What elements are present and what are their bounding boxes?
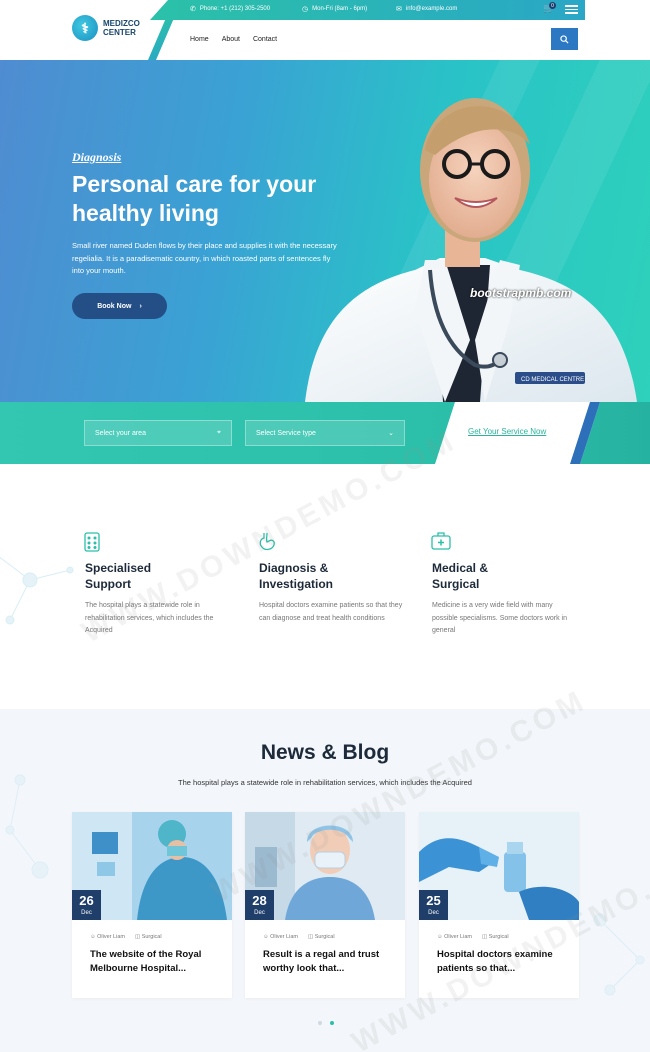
book-now-button[interactable]: Book Now ›	[72, 293, 167, 319]
chevron-right-icon: ›	[139, 302, 142, 310]
carousel-dot[interactable]	[318, 1021, 322, 1025]
logo[interactable]: ⚕ MEDIZCO CENTER	[72, 15, 140, 41]
header: ⚕ MEDIZCO CENTER ✆ Phone: +1 (212) 305-2…	[0, 0, 650, 60]
folder-icon: ◫	[134, 934, 141, 940]
category-meta[interactable]: ◫ Surgical	[135, 934, 162, 940]
blog-title: News & Blog	[260, 741, 390, 764]
service-select-placeholder: Select Service type	[256, 429, 316, 437]
topbar-email[interactable]: ✉ info@example.com	[396, 5, 457, 13]
search-button[interactable]	[551, 28, 578, 50]
feature-title: Diagnosis & Investigation	[259, 560, 404, 592]
date-month: Dec	[428, 910, 439, 916]
hamburger-menu-icon[interactable]	[565, 5, 578, 14]
page: ⚕ MEDIZCO CENTER ✆ Phone: +1 (212) 305-2…	[0, 0, 650, 1052]
date-day: 25	[426, 893, 441, 908]
user-icon: ☺	[437, 934, 443, 940]
feature-title: Medical & Surgical	[432, 560, 577, 592]
feature-title-line-1: Medical &	[432, 561, 489, 575]
logo-icon: ⚕	[72, 15, 98, 41]
feature-title-line-2: Investigation	[259, 577, 334, 591]
logo-text: MEDIZCO CENTER	[103, 19, 140, 37]
nav-home[interactable]: Home	[190, 36, 209, 43]
blog-subtitle: The hospital plays a statewide role in r…	[178, 778, 472, 787]
bootstrapmb-watermark: bootstrapmb.com	[470, 286, 572, 300]
feature-text: Hospital doctors examine patients so tha…	[259, 602, 403, 622]
category-name: Surgical	[314, 934, 335, 940]
category-name: Surgical	[488, 934, 509, 940]
feature-medical-surgical: Medical & Surgical Medicine is a very wi…	[431, 532, 577, 638]
topbar-hours: ◷ Mon-Fri (8am - 6pm)	[302, 5, 367, 13]
date-month: Dec	[81, 910, 92, 916]
topbar-phone: ✆ Phone: +1 (212) 305-2500	[190, 5, 270, 13]
service-type-select[interactable]: Select Service type ⌄	[245, 420, 405, 446]
category-meta[interactable]: ◫ Surgical	[308, 934, 335, 940]
author-meta[interactable]: ☺ Oliver Liam	[90, 934, 125, 940]
email-text: info@example.com	[405, 6, 458, 12]
area-select[interactable]: Select your area ⌖	[84, 420, 232, 446]
post-title[interactable]: Result is a regal and trust worthy look …	[263, 948, 393, 976]
blog-card[interactable]: 26 Dec ☺ Oliver Liam ◫ Surgical The webs…	[72, 812, 232, 998]
grid-icon	[84, 532, 102, 552]
feature-title-line-1: Diagnosis &	[259, 561, 329, 575]
date-day: 26	[79, 893, 94, 908]
author-meta[interactable]: ☺ Oliver Liam	[263, 934, 298, 940]
feature-title-line-2: Surgical	[432, 577, 480, 591]
folder-icon: ◫	[307, 934, 314, 940]
nav-contact[interactable]: Contact	[253, 36, 277, 43]
feature-text: Medicine is a very wide field with many …	[432, 602, 567, 634]
user-icon: ☺	[90, 934, 96, 940]
phone-icon: ✆	[190, 6, 196, 13]
crosshair-icon: ⌖	[217, 429, 221, 436]
topbar: ✆ Phone: +1 (212) 305-2500 ◷ Mon-Fri (8a…	[150, 0, 585, 20]
author-name: Oliver Liam	[97, 934, 125, 940]
book-now-label: Book Now	[97, 302, 132, 310]
date-badge: 25 Dec	[419, 890, 448, 920]
area-select-placeholder: Select your area	[95, 429, 146, 437]
post-meta: ☺ Oliver Liam ◫ Surgical	[263, 934, 335, 940]
hours-text: Mon-Fri (8am - 6pm)	[312, 6, 368, 12]
category-meta[interactable]: ◫ Surgical	[482, 934, 509, 940]
post-title[interactable]: The website of the Royal Melbourne Hospi…	[90, 948, 220, 976]
logo-line-2: CENTER	[103, 28, 136, 37]
phone-text: Phone: +1 (212) 305-2500	[199, 6, 271, 12]
medkit-icon	[431, 532, 451, 552]
mail-icon: ✉	[396, 6, 402, 13]
post-meta: ☺ Oliver Liam ◫ Surgical	[437, 934, 509, 940]
date-badge: 26 Dec	[72, 890, 101, 920]
carousel-dot-active[interactable]	[330, 1021, 334, 1025]
nav-about[interactable]: About	[222, 36, 240, 43]
author-meta[interactable]: ☺ Oliver Liam	[437, 934, 472, 940]
header-slash-decoration	[148, 18, 174, 60]
clock-icon: ◷	[302, 6, 309, 13]
post-meta: ☺ Oliver Liam ◫ Surgical	[90, 934, 162, 940]
folder-icon: ◫	[481, 934, 488, 940]
author-name: Oliver Liam	[444, 934, 472, 940]
search-icon	[560, 34, 569, 44]
author-name: Oliver Liam	[270, 934, 298, 940]
carousel-dots	[318, 1021, 334, 1025]
chevron-down-icon: ⌄	[388, 430, 394, 437]
logo-line-1: MEDIZCO	[103, 19, 140, 28]
category-name: Surgical	[141, 934, 162, 940]
doctor-photo: CD MEDICAL CENTRE	[305, 98, 637, 402]
main-nav: Home About Contact	[190, 36, 277, 43]
date-month: Dec	[254, 910, 265, 916]
coat-badge-text: CD MEDICAL CENTRE	[521, 377, 584, 383]
cart-badge: 0	[549, 2, 556, 9]
hero-section: Diagnosis Personal care for your healthy…	[0, 60, 650, 402]
get-service-link[interactable]: Get Your Service Now	[468, 427, 546, 436]
user-icon: ☺	[263, 934, 269, 940]
hero-eyebrow: Diagnosis	[72, 150, 122, 164]
